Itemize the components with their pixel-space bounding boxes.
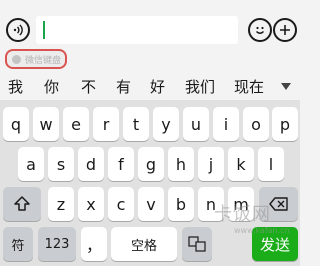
- key-a[interactable]: a: [18, 147, 44, 181]
- message-input[interactable]: [36, 16, 238, 44]
- key-q[interactable]: q: [3, 107, 29, 141]
- emoji-button[interactable]: [248, 18, 272, 42]
- key-o[interactable]: o: [243, 107, 269, 141]
- text-caret: [43, 21, 45, 39]
- key-b[interactable]: b: [168, 187, 194, 221]
- plus-icon: [280, 25, 290, 35]
- key-g[interactable]: g: [138, 147, 164, 181]
- key-c[interactable]: c: [108, 187, 134, 221]
- shift-icon: [14, 196, 30, 211]
- candidate-word[interactable]: 我们: [185, 76, 215, 97]
- key-h[interactable]: h: [168, 147, 194, 181]
- backspace-key[interactable]: [259, 187, 298, 221]
- key-e[interactable]: e: [63, 107, 89, 141]
- key-n[interactable]: n: [198, 187, 224, 221]
- key-s[interactable]: s: [48, 147, 74, 181]
- key-l[interactable]: l: [258, 147, 284, 181]
- key-d[interactable]: d: [78, 147, 104, 181]
- language-switch-key[interactable]: [182, 227, 212, 261]
- voice-input-button[interactable]: [6, 18, 30, 42]
- candidate-word[interactable]: 有: [116, 76, 131, 97]
- candidate-word[interactable]: 好: [150, 76, 165, 97]
- keyboard: q w e r t y u i o p a s d f g h j k l z …: [0, 100, 300, 266]
- candidate-word[interactable]: 你: [44, 76, 59, 97]
- candidate-word[interactable]: 我: [8, 76, 23, 97]
- key-x[interactable]: x: [78, 187, 104, 221]
- key-w[interactable]: w: [33, 107, 59, 141]
- key-p[interactable]: p: [272, 107, 298, 141]
- key-t[interactable]: t: [123, 107, 149, 141]
- key-z[interactable]: z: [48, 187, 74, 221]
- candidate-word[interactable]: 现在: [234, 76, 264, 97]
- shift-key[interactable]: [3, 187, 41, 221]
- send-button[interactable]: 发送: [252, 227, 298, 261]
- key-u[interactable]: u: [183, 107, 209, 141]
- key-r[interactable]: r: [93, 107, 119, 141]
- backspace-icon: [268, 197, 288, 211]
- wechat-keyboard-label-text: 微信键盘: [25, 55, 62, 66]
- wechat-keyboard-label[interactable]: 微信键盘: [5, 49, 67, 69]
- key-j[interactable]: j: [198, 147, 224, 181]
- wechat-keyboard-icon: [12, 54, 21, 64]
- key-k[interactable]: k: [228, 147, 254, 181]
- candidate-word[interactable]: 不: [81, 76, 96, 97]
- space-key[interactable]: 空格: [111, 227, 177, 261]
- key-y[interactable]: y: [153, 107, 179, 141]
- cn-en-switch-icon: [188, 236, 206, 252]
- key-v[interactable]: v: [138, 187, 164, 221]
- symbol-key[interactable]: 符: [3, 227, 33, 261]
- chat-input-bar: [0, 0, 300, 44]
- comma-key[interactable]: ，: [81, 227, 107, 261]
- candidate-bar: 我 你 不 有 好 我们 现在: [0, 72, 300, 100]
- number-key[interactable]: 123: [38, 227, 76, 261]
- voice-icon: [13, 24, 23, 36]
- expand-candidates-icon[interactable]: [281, 83, 291, 90]
- smiley-icon: [256, 26, 264, 34]
- key-m[interactable]: m: [228, 187, 254, 221]
- key-i[interactable]: i: [213, 107, 239, 141]
- key-f[interactable]: f: [108, 147, 134, 181]
- more-functions-button[interactable]: [273, 18, 297, 42]
